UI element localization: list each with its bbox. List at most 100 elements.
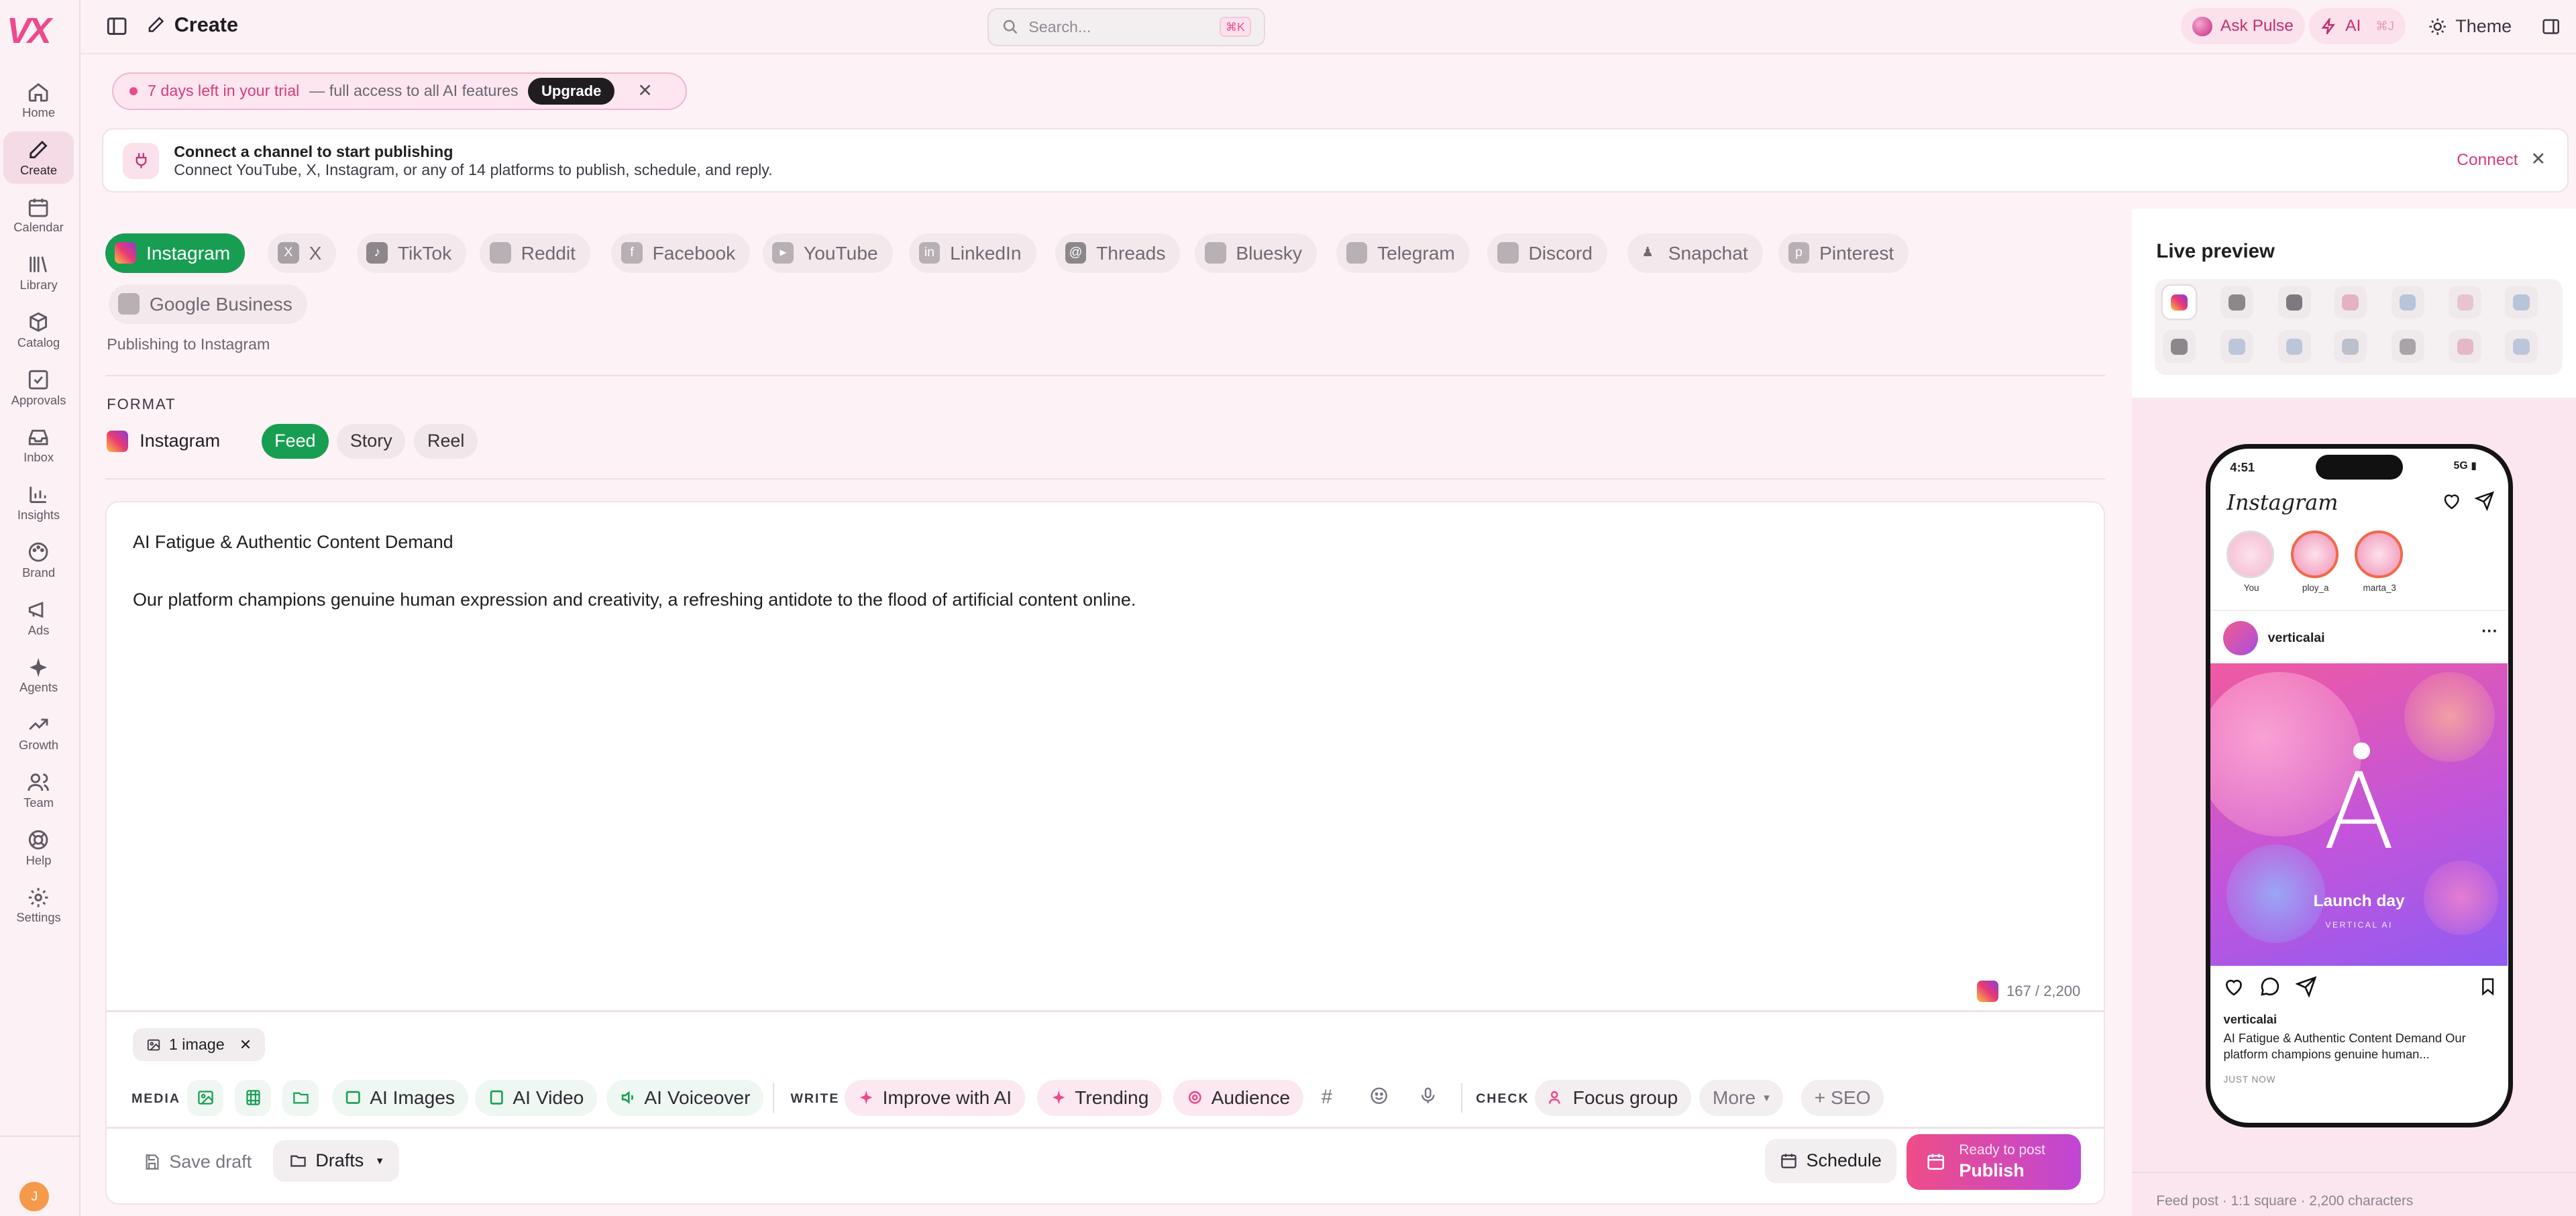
avatar[interactable]: J: [19, 1181, 50, 1211]
close-icon[interactable]: ✕: [637, 80, 653, 101]
preview-google-business-icon[interactable]: [2504, 330, 2538, 364]
preview-reddit-icon[interactable]: [2333, 286, 2367, 319]
platform-chip-snapchat[interactable]: ♟ Snapchat: [1627, 233, 1763, 273]
preview-facebook-icon[interactable]: [2391, 286, 2424, 319]
nav-ads[interactable]: Ads: [3, 592, 74, 644]
nav-help[interactable]: Help: [3, 822, 74, 874]
post-account-name: verticalai: [2267, 630, 2325, 646]
format-reel-button[interactable]: Reel: [414, 424, 478, 459]
platform-chip-instagram[interactable]: Instagram: [105, 233, 246, 273]
microphone-button[interactable]: [1418, 1086, 1438, 1105]
theme-button[interactable]: Theme: [2416, 8, 2524, 44]
emoji-button[interactable]: [1369, 1086, 1389, 1105]
seo-button[interactable]: + SEO: [1801, 1079, 1884, 1116]
nav-insights[interactable]: Insights: [3, 477, 74, 529]
post-body-text[interactable]: Our platform champions genuine human exp…: [133, 590, 2023, 610]
nav-catalog[interactable]: Catalog: [3, 304, 74, 356]
preview-telegram-icon[interactable]: [2277, 330, 2311, 364]
app-logo[interactable]: VX: [7, 10, 66, 53]
focus-group-button[interactable]: Focus group: [1535, 1079, 1691, 1116]
save-draft-button[interactable]: Save draft: [131, 1142, 263, 1182]
trending-button[interactable]: Trending: [1036, 1079, 1162, 1116]
add-video-button[interactable]: [235, 1079, 272, 1116]
sidebar-toggle-button[interactable]: [105, 15, 128, 38]
schedule-button[interactable]: Schedule: [1765, 1138, 1896, 1183]
heart-icon[interactable]: [2442, 491, 2461, 510]
panel-toggle-button[interactable]: [2541, 17, 2561, 36]
format-story-button[interactable]: Story: [337, 424, 406, 459]
preview-bluesky-icon[interactable]: [2220, 330, 2253, 364]
post-avatar: [2223, 620, 2258, 656]
story-item[interactable]: ploy_a: [2290, 531, 2341, 593]
preview-linkedin-icon[interactable]: [2504, 286, 2538, 319]
ask-pulse-button[interactable]: Ask Pulse: [2181, 8, 2305, 45]
library-icon: [30, 256, 48, 273]
ai-button[interactable]: AI ⌘J: [2309, 8, 2406, 45]
chip-label: Discord: [1528, 241, 1593, 264]
chip-label: Telegram: [1377, 241, 1455, 264]
preview-x-icon[interactable]: [2220, 286, 2253, 319]
audience-button[interactable]: Audience: [1173, 1079, 1303, 1116]
send-icon[interactable]: [2475, 491, 2495, 511]
platform-chip-reddit[interactable]: Reddit: [480, 233, 591, 273]
character-counter: 167 / 2,200: [1976, 981, 2080, 1003]
platform-chip-discord[interactable]: Discord: [1487, 233, 1607, 273]
nav-agents[interactable]: Agents: [3, 649, 74, 702]
bookmark-icon[interactable]: [2478, 976, 2498, 997]
connect-button[interactable]: Connect: [2457, 151, 2518, 170]
remove-icon[interactable]: ✕: [239, 1036, 252, 1054]
platform-chip-linkedin[interactable]: in LinkedIn: [908, 233, 1036, 273]
upgrade-button[interactable]: Upgrade: [528, 77, 614, 105]
preview-threads-icon[interactable]: [2163, 330, 2196, 364]
drafts-dropdown[interactable]: Drafts ▾: [272, 1140, 399, 1182]
nav-team[interactable]: Team: [3, 764, 74, 816]
story-item[interactable]: You: [2226, 531, 2276, 593]
preview-discord-icon[interactable]: [2333, 330, 2367, 364]
platform-chip-pinterest[interactable]: p Pinterest: [1778, 233, 1909, 273]
more-dropdown[interactable]: More ▾: [1699, 1079, 1783, 1116]
nav-home[interactable]: Home: [3, 74, 74, 126]
post-title-text[interactable]: AI Fatigue & Authentic Content Demand: [133, 532, 453, 553]
nav-settings[interactable]: Settings: [3, 879, 74, 932]
ai-images-button[interactable]: AI Images: [331, 1079, 468, 1116]
preview-snapchat-icon[interactable]: [2391, 330, 2424, 364]
nav-label: Home: [22, 105, 56, 119]
publish-button[interactable]: Ready to post Publish: [1907, 1134, 2081, 1190]
story-item[interactable]: marta_3: [2355, 531, 2404, 593]
search-input[interactable]: Search... ⌘K: [987, 8, 1266, 46]
preview-youtube-icon[interactable]: [2449, 286, 2482, 319]
nav-library[interactable]: Library: [3, 247, 74, 299]
format-feed-button[interactable]: Feed: [261, 424, 329, 459]
platform-chip-x[interactable]: XX: [268, 233, 337, 273]
more-options-icon[interactable]: ···: [2481, 622, 2498, 641]
close-icon[interactable]: ✕: [2531, 149, 2546, 170]
ai-voiceover-button[interactable]: AI Voiceover: [606, 1079, 764, 1116]
send-icon[interactable]: [2296, 976, 2317, 997]
platform-chip-telegram[interactable]: Telegram: [1336, 233, 1470, 273]
platform-chip-tiktok[interactable]: ♪ TikTok: [356, 233, 467, 273]
heart-icon[interactable]: [2223, 976, 2245, 997]
ai-video-button[interactable]: AI Video: [475, 1079, 597, 1116]
platform-chip-bluesky[interactable]: Bluesky: [1195, 233, 1317, 273]
platform-chip-threads[interactable]: @ Threads: [1055, 233, 1181, 273]
preview-pinterest-icon[interactable]: [2449, 330, 2482, 364]
preview-instagram-icon[interactable]: [2163, 286, 2196, 319]
nav-approvals[interactable]: Approvals: [3, 362, 74, 414]
nav-calendar[interactable]: Calendar: [3, 189, 74, 241]
nav-growth[interactable]: Growth: [3, 707, 74, 759]
platform-chip-google-business[interactable]: Google Business: [108, 284, 307, 324]
nav-inbox[interactable]: Inbox: [3, 419, 74, 472]
hashtag-icon[interactable]: #: [1322, 1086, 1332, 1109]
nav-create[interactable]: Create: [3, 131, 74, 184]
comment-icon[interactable]: [2259, 976, 2281, 997]
nav-label: Catalog: [17, 335, 60, 349]
improve-with-ai-button[interactable]: Improve with AI: [845, 1079, 1025, 1116]
check-square-icon: [29, 370, 48, 390]
open-folder-button[interactable]: [282, 1079, 319, 1116]
platform-chip-facebook[interactable]: f Facebook: [611, 233, 751, 273]
preview-tiktok-icon[interactable]: [2277, 286, 2311, 319]
platform-chip-youtube[interactable]: ▸ YouTube: [762, 233, 893, 273]
add-image-button[interactable]: [187, 1079, 224, 1116]
attachment-chip[interactable]: 1 image ✕: [132, 1028, 265, 1062]
nav-brand[interactable]: Brand: [3, 534, 74, 586]
